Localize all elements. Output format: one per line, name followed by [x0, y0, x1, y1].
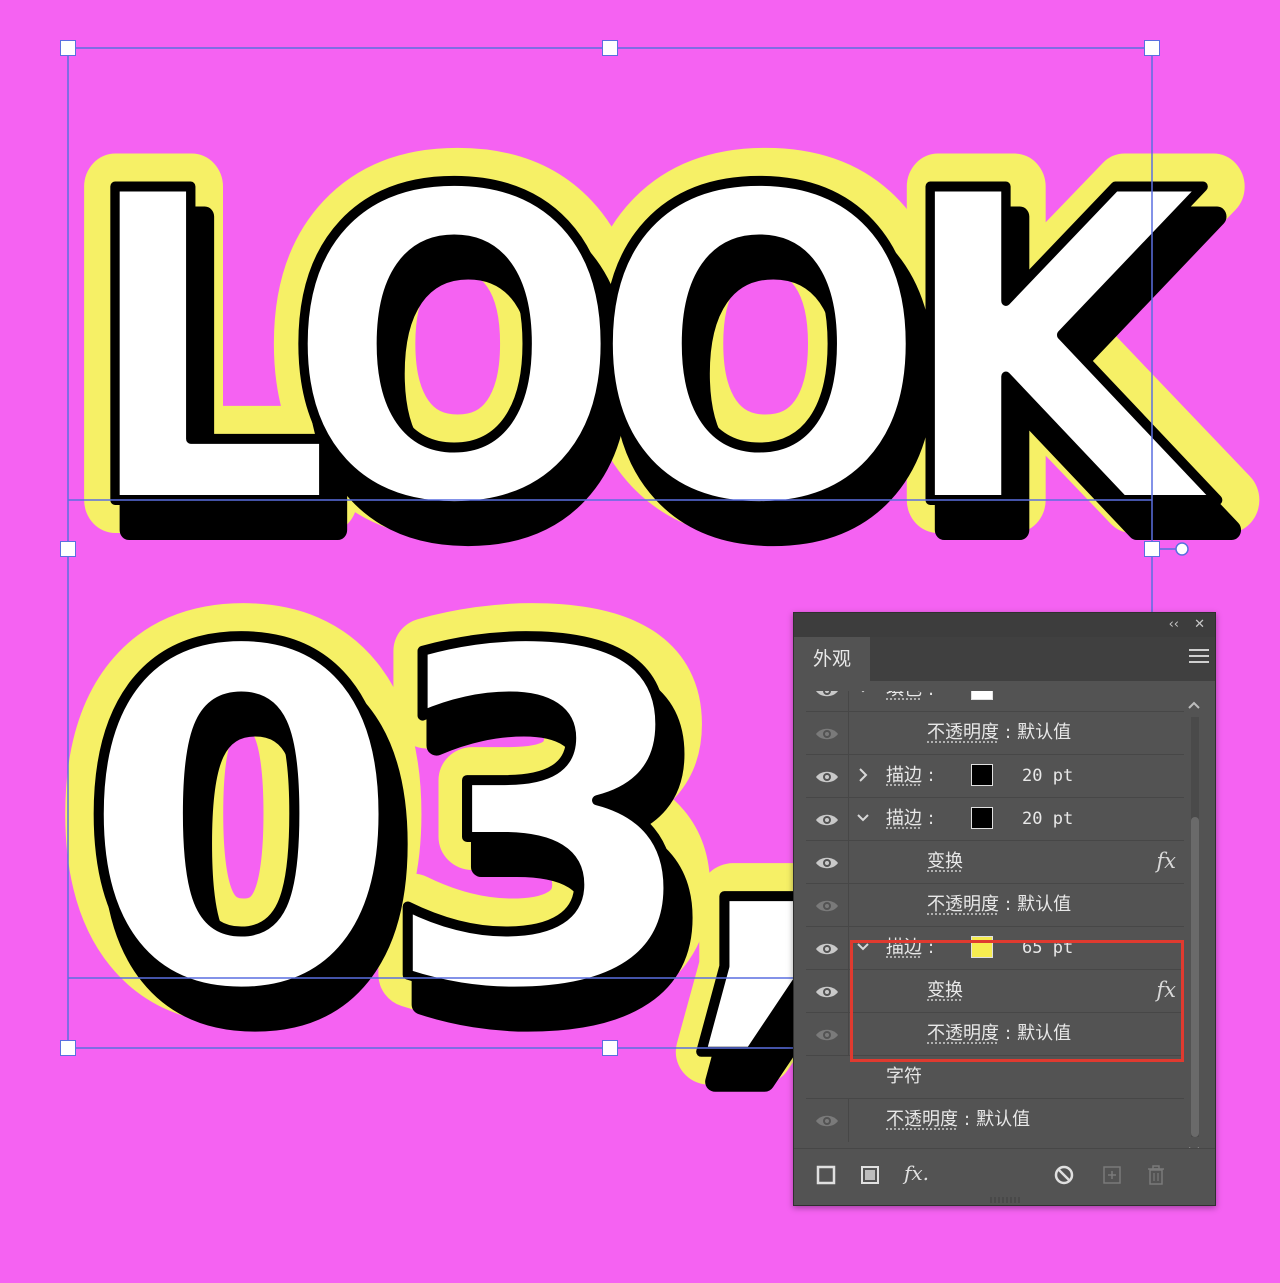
stroke-weight[interactable]: 20 pt	[1022, 809, 1073, 829]
eye-icon[interactable]	[815, 769, 839, 785]
row-stroke[interactable]: 描边: 20 pt	[806, 798, 1184, 841]
stroke-color-swatch[interactable]	[971, 764, 993, 786]
row-opacity: 不透明度: 默认值	[806, 1013, 1184, 1056]
stroke-label[interactable]: 描边	[886, 937, 922, 958]
eye-icon[interactable]	[815, 941, 839, 957]
row-opacity: 不透明度: 默认值	[806, 884, 1184, 927]
scroll-up-icon[interactable]	[1187, 699, 1201, 711]
opacity-label[interactable]: 不透明度	[927, 722, 999, 743]
stroke-weight[interactable]: 20 pt	[1022, 766, 1073, 786]
stroke-label[interactable]: 描边	[886, 808, 922, 829]
no-icon[interactable]	[1052, 1163, 1076, 1187]
eye-icon[interactable]	[815, 984, 839, 1000]
opacity-value: 默认值	[1017, 1023, 1072, 1044]
square-filled-icon[interactable]	[858, 1163, 882, 1187]
fx-menu-icon[interactable]: fx.	[904, 1161, 938, 1185]
tab-appearance[interactable]: 外观	[794, 637, 870, 681]
row-opacity-top: 不透明度: 默认值	[806, 1099, 1184, 1142]
opacity-label[interactable]: 不透明度	[927, 894, 999, 915]
handle-bottom-left[interactable]	[60, 1040, 76, 1056]
chevron-right-icon[interactable]	[856, 766, 870, 784]
title-number[interactable]: 03, 03, 03,	[43, 516, 899, 1136]
panel-scrollbar[interactable]	[1186, 697, 1202, 1159]
square-outline-icon[interactable]	[814, 1163, 838, 1187]
row-fill[interactable]: 填色:	[806, 691, 1184, 712]
chevron-down-icon[interactable]	[856, 938, 870, 956]
row-opacity: 不透明度: 默认值	[806, 712, 1184, 755]
handle-bottom-center[interactable]	[602, 1040, 618, 1056]
chevron-down-icon[interactable]	[856, 809, 870, 827]
opacity-value: 默认值	[1017, 722, 1072, 743]
fill-color-swatch[interactable]	[971, 691, 993, 700]
transform-effect-label[interactable]: 变换	[927, 851, 963, 872]
transform-effect-label[interactable]: 变换	[927, 980, 963, 1001]
eye-icon[interactable]	[815, 691, 839, 699]
look-fill-text: LOOK	[78, 102, 1221, 602]
resize-grip-icon[interactable]	[989, 1197, 1023, 1203]
trash-icon	[1148, 1165, 1164, 1185]
row-characters[interactable]: 字符	[806, 1056, 1184, 1099]
fx-icon[interactable]: fx	[1156, 978, 1176, 1002]
opacity-value: 默认值	[976, 1109, 1031, 1130]
eye-icon-dimmed[interactable]	[815, 726, 839, 742]
eye-icon-dimmed[interactable]	[815, 1027, 839, 1043]
opacity-label[interactable]: 不透明度	[886, 1109, 958, 1130]
eye-icon[interactable]	[815, 812, 839, 828]
number-fill-text: 03,	[76, 549, 826, 1096]
handle-top-center[interactable]	[602, 40, 618, 56]
collapse-panel-button[interactable]: ‹‹	[1169, 616, 1179, 634]
panel-menu-icon[interactable]	[1189, 649, 1209, 667]
stroke-weight[interactable]: 65 pt	[1022, 938, 1073, 958]
handle-middle-left[interactable]	[60, 541, 76, 557]
panel-tabbar: 外观	[794, 637, 1215, 681]
rotate-handle[interactable]	[1175, 542, 1189, 556]
opacity-label[interactable]: 不透明度	[927, 1023, 999, 1044]
stroke-color-swatch[interactable]	[971, 807, 993, 829]
eye-icon-dimmed[interactable]	[815, 898, 839, 914]
row-stroke[interactable]: 描边: 20 pt	[806, 755, 1184, 798]
appearance-panel: ‹‹ ✕ 外观 填色: 不透明度:默认值 描边: 20 pt	[793, 612, 1216, 1206]
duplicate-icon	[1103, 1166, 1121, 1184]
panel-titlebar[interactable]: ‹‹ ✕	[794, 613, 1215, 637]
close-panel-button[interactable]: ✕	[1194, 616, 1205, 634]
chevron-down-icon[interactable]	[856, 691, 870, 698]
appearance-list: 填色: 不透明度:默认值 描边: 20 pt 描边: 20 pt 变换	[806, 691, 1184, 1157]
eye-icon[interactable]	[815, 855, 839, 871]
stroke-label[interactable]: 描边	[886, 765, 922, 786]
panel-footer: fx.	[794, 1148, 1215, 1205]
scroll-thumb[interactable]	[1191, 817, 1199, 1137]
row-effect-transform[interactable]: 变换 fx	[806, 970, 1184, 1013]
eye-icon-dimmed[interactable]	[815, 1113, 839, 1129]
opacity-value: 默认值	[1017, 894, 1072, 915]
handle-top-left[interactable]	[60, 40, 76, 56]
handle-top-right[interactable]	[1144, 40, 1160, 56]
stroke-color-swatch[interactable]	[971, 936, 993, 958]
fill-label[interactable]: 填色	[886, 691, 922, 700]
fx-icon[interactable]: fx	[1156, 849, 1176, 873]
characters-label[interactable]: 字符	[886, 1066, 922, 1088]
handle-middle-right[interactable]	[1144, 541, 1160, 557]
row-effect-transform[interactable]: 变换 fx	[806, 841, 1184, 884]
row-stroke-highlighted[interactable]: 描边: 65 pt	[806, 927, 1184, 970]
